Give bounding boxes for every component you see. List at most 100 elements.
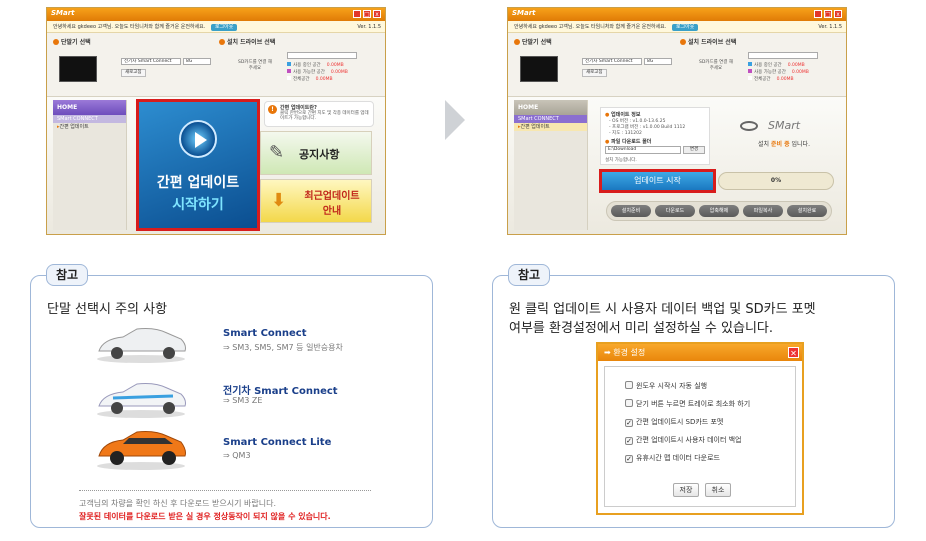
right-note-box: 원 클릭 업데이트 시 사용자 데이터 백업 및 SD카드 포멧 여부를 환경설… (492, 275, 895, 528)
checkbox[interactable] (625, 399, 633, 407)
app-logo: SMart (51, 9, 75, 17)
left-content-area: HOME SMart CONNECT ▸간편 업데이트 간편 업데이트 시작하기… (47, 96, 385, 234)
nav-item-smart-connect[interactable]: SMart CONNECT (53, 115, 126, 123)
side-nav: HOME SMart CONNECT ▸간편 업데이트 (53, 100, 127, 230)
app-logo: SMart (512, 9, 536, 17)
dialog-close-icon[interactable]: ✕ (788, 347, 799, 358)
checkbox[interactable]: ✓ (625, 455, 633, 463)
update-info-title: ● 업데이트 정보 (605, 112, 641, 118)
legend-total: 전체공간 0.00MB (748, 76, 809, 83)
warning-icon: ! (268, 105, 277, 114)
car-models: ⇒ SM3 ZE (223, 396, 263, 405)
maximize-icon[interactable]: □ (824, 10, 832, 18)
divider (79, 490, 371, 491)
total-swatch (287, 76, 291, 80)
cancel-button[interactable]: 취소 (705, 483, 731, 497)
tile-line2: 시작하기 (172, 197, 224, 213)
nav-home[interactable]: HOME (53, 100, 126, 115)
nav-item-smart-connect[interactable]: SMart CONNECT (514, 115, 587, 123)
update-start-button[interactable]: 업데이트 시작 (599, 169, 716, 193)
greeting-text: 안녕하세요 gkdeeo 고객님. 오늘도 타임니처와 함께 즐거운 운전하세요… (53, 24, 206, 30)
side-nav: HOME SMart CONNECT ▸간편 업데이트 (514, 100, 588, 230)
nav-item-easy-update[interactable]: ▸간편 업데이트 (514, 123, 587, 131)
left-titlebar: SMart _ □ x (47, 8, 385, 21)
checkbox[interactable] (625, 381, 633, 389)
legend-total: 전체공간 0.00MB (287, 76, 348, 83)
refresh-button[interactable]: 새로고침 (582, 69, 607, 77)
bullet-icon (53, 39, 59, 45)
greeting-text: 안녕하세요 gkdeeo 고객님. 오늘도 타임니처와 함께 즐거운 운전하세요… (514, 24, 667, 30)
car-image-sm (97, 328, 186, 363)
drive-select[interactable] (287, 52, 357, 59)
car-name: 전기차 Smart Connect (223, 386, 338, 397)
settings-dialog: ➡ 환경 설정 ✕ 윈도우 시작시 자동 실행 닫기 버튼 누르면 트레이로 최… (596, 342, 804, 515)
folder-bullet-icon: ● (605, 139, 610, 145)
storage-legend: 사용 중인 공간 0.00MB 사용 가능한 공간 0.00MB 전체공간 0.00M… (287, 62, 348, 83)
drive-select[interactable] (748, 52, 818, 59)
progress-bar: 0% (718, 172, 834, 190)
checkbox[interactable]: ✓ (625, 437, 633, 445)
option-autostart[interactable]: 윈도우 시작시 자동 실행 (625, 381, 707, 391)
info-bar: 안녕하세요 gkdeeo 고객님. 오늘도 타임니처와 함께 즐거운 운전하세요… (47, 21, 385, 33)
device-image (59, 56, 97, 82)
notice-text: 클릭 한번으로 간편 지도 및 각종 데이터를 업데이트가 가능합니다. (280, 111, 369, 121)
driver-section-title: 설치 드라이브 선택 (680, 37, 736, 46)
change-folder-button[interactable]: 변경 (683, 146, 705, 154)
logout-button[interactable]: 로그아웃 (210, 24, 238, 31)
free-swatch (748, 69, 752, 73)
brand-text: SMart (768, 119, 801, 132)
right-content-area: HOME SMart CONNECT ▸간편 업데이트 ● 업데이트 정보 - … (508, 96, 846, 234)
right-note-tab: 참고 (508, 264, 550, 286)
notice-title: 간편 업데이트란? (280, 105, 317, 111)
right-app-window: SMart _ □ x 안녕하세요 gkdeeo 고객님. 오늘도 타임니처와 … (507, 7, 847, 235)
minimize-icon[interactable]: _ (814, 10, 822, 18)
close-icon[interactable]: x (373, 10, 381, 18)
logout-button[interactable]: 로그아웃 (671, 24, 699, 31)
car-name: Smart Connect Lite (223, 437, 332, 448)
tile-line1: 간편 업데이트 (156, 175, 240, 191)
dialog-title: 환경 설정 (613, 348, 646, 357)
legend-free: 사용 가능한 공간 0.00MB (287, 69, 348, 76)
driver-section-title: 설치 드라이브 선택 (219, 37, 275, 46)
smart-logo-icon (740, 121, 758, 131)
left-note-tab: 참고 (46, 264, 88, 286)
checkbox[interactable]: ✓ (625, 419, 633, 427)
nav-home[interactable]: HOME (514, 100, 587, 115)
minimize-icon[interactable]: _ (353, 10, 361, 18)
size-select[interactable]: 8G (183, 58, 211, 65)
recent-update-tile[interactable]: ⬇ 최근업데이트 안내 (260, 179, 372, 223)
notice-tile[interactable]: ✎ 공지사항 (260, 131, 372, 175)
left-note-heading: 단말 선택시 주의 사항 (47, 302, 168, 317)
step-copy: 파일복사 (743, 205, 783, 217)
device-section-title: 단말기 선택 (514, 37, 552, 46)
download-icon: ⬇ (271, 190, 287, 211)
save-button[interactable]: 저장 (673, 483, 699, 497)
recent-line1: 최근업데이트 (304, 191, 360, 202)
bullet-icon (680, 39, 686, 45)
next-arrow-icon (445, 100, 465, 140)
download-path-input[interactable]: E:\Download (605, 146, 681, 154)
option-minimize-tray[interactable]: 닫기 버튼 누르면 트레이로 최소화 하기 (625, 399, 750, 409)
car-image-ze (97, 383, 186, 418)
update-info-line: - 지도 : 131202 (609, 131, 642, 136)
status-text: 설치 준비 중 입니다. (758, 141, 810, 148)
option-user-backup[interactable]: ✓ 간편 업데이트시 사용자 데이터 백업 (625, 435, 742, 445)
device-select[interactable]: 전기차 Smart Connect (582, 58, 642, 65)
size-select[interactable]: 8G (644, 58, 672, 65)
option-idle-download[interactable]: ✓ 유휴시간 맵 데이터 다운로드 (625, 453, 720, 463)
step-bar: 설치준비 다운로드 압축해제 파일복사 설치완료 (606, 201, 832, 221)
device-select[interactable]: 전기차 Smart Connect (121, 58, 181, 65)
notice-box: ! 간편 업데이트란? 클릭 한번으로 간편 지도 및 각종 데이터를 업데이트… (264, 101, 374, 127)
nav-item-easy-update[interactable]: ▸간편 업데이트 (53, 123, 126, 131)
close-icon[interactable]: x (834, 10, 842, 18)
step-download: 다운로드 (655, 205, 695, 217)
dialog-titlebar: ➡ 환경 설정 ✕ (598, 344, 802, 361)
car-models: ⇒ QM3 (223, 451, 251, 460)
easy-update-start-tile[interactable]: 간편 업데이트 시작하기 (136, 99, 260, 231)
maximize-icon[interactable]: □ (363, 10, 371, 18)
legend-free: 사용 가능한 공간 0.00MB (748, 69, 809, 76)
option-sd-format[interactable]: ✓ 간편 업데이트시 SD카드 포멧 (625, 417, 723, 427)
refresh-button[interactable]: 새로고침 (121, 69, 146, 77)
dialog-body: 윈도우 시작시 자동 실행 닫기 버튼 누르면 트레이로 최소화 하기 ✓ 간편 … (604, 366, 796, 507)
legend-used: 사용 중인 공간 0.00MB (748, 62, 809, 69)
